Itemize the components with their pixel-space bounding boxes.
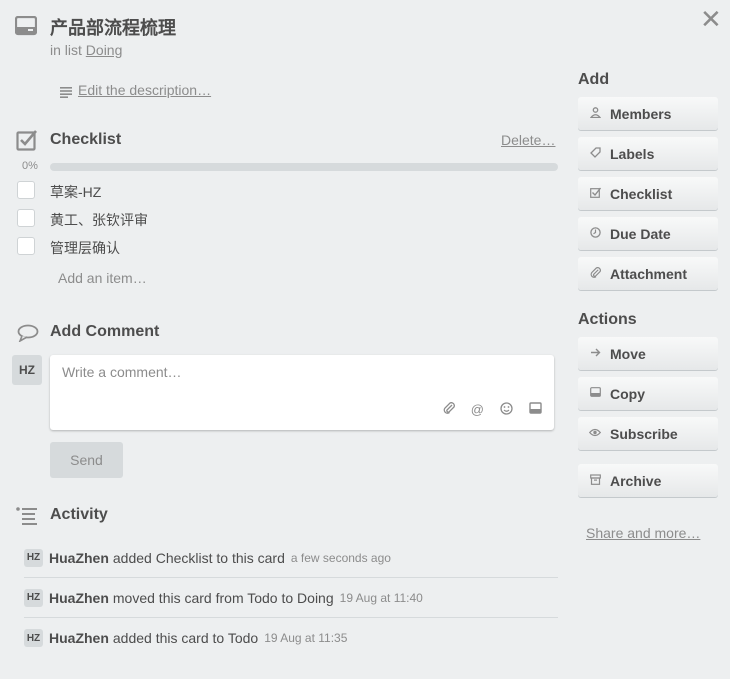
activity-entry: HZ HuaZhen moved this card from Todo to … — [24, 578, 558, 618]
activity-text: added this card to Todo — [112, 630, 259, 646]
activity-entry: HZ HuaZhen added Checklist to this card … — [24, 538, 558, 578]
activity-time[interactable]: 19 Aug at 11:40 — [340, 591, 423, 605]
edit-description-link[interactable]: Edit the description… — [78, 82, 211, 98]
checklist-item-checkbox[interactable] — [17, 237, 35, 255]
archive-label: Archive — [610, 472, 662, 489]
activity-text: moved this card from Todo to Doing — [112, 589, 334, 606]
activity-title: Activity — [50, 506, 108, 523]
archive-button[interactable]: Archive — [578, 464, 718, 497]
person-icon — [588, 106, 602, 121]
paperclip-icon — [588, 266, 602, 281]
send-button[interactable]: Send — [50, 442, 123, 478]
list-info: in list Doing — [50, 42, 122, 58]
move-label: Move — [610, 345, 646, 362]
add-section-title: Add — [578, 71, 610, 88]
card-title[interactable]: 产品部流程梳理 — [50, 14, 176, 40]
checklist-title: Checklist — [50, 131, 122, 148]
card-icon — [14, 15, 38, 41]
move-button[interactable]: Move — [578, 337, 718, 370]
copy-label: Copy — [610, 385, 645, 402]
checklist-item-label[interactable]: 草案-HZ — [50, 182, 101, 202]
list-link[interactable]: Doing — [86, 42, 123, 58]
comment-input[interactable] — [60, 363, 544, 381]
in-list-prefix: in list — [50, 42, 82, 58]
subscribe-label: Subscribe — [610, 425, 678, 442]
labels-label: Labels — [610, 145, 655, 162]
comment-box[interactable]: @ — [50, 355, 554, 430]
subscribe-button[interactable]: Subscribe — [578, 417, 718, 450]
activity-user[interactable]: HuaZhen — [49, 630, 109, 646]
checkbox-icon — [588, 187, 602, 201]
due-date-button[interactable]: Due Date — [578, 217, 718, 250]
checklist-icon — [16, 129, 38, 156]
activity-time[interactable]: 19 Aug at 11:35 — [264, 631, 347, 645]
attachment-icon[interactable] — [443, 402, 455, 418]
eye-icon — [588, 428, 602, 440]
actions-section-title: Actions — [578, 311, 637, 328]
card-attach-icon[interactable] — [529, 402, 542, 418]
activity-icon — [16, 507, 38, 530]
activity-user[interactable]: HuaZhen — [49, 590, 109, 606]
copy-button[interactable]: Copy — [578, 377, 718, 410]
comment-tools: @ — [443, 402, 542, 418]
members-button[interactable]: Members — [578, 97, 718, 130]
activity-time[interactable]: a few seconds ago — [291, 551, 391, 565]
tag-icon — [588, 146, 602, 161]
checklist-item-checkbox[interactable] — [17, 181, 35, 199]
add-checklist-item[interactable]: Add an item… — [58, 270, 147, 286]
attachment-label: Attachment — [610, 265, 688, 282]
activity-user[interactable]: HuaZhen — [49, 550, 109, 566]
checklist-button[interactable]: Checklist — [578, 177, 718, 210]
archive-icon — [588, 473, 602, 488]
avatar[interactable]: HZ — [12, 355, 42, 385]
checklist-label: Checklist — [610, 185, 673, 202]
checklist-item-label[interactable]: 黄工、张钦评审 — [50, 210, 148, 230]
description-icon — [60, 85, 72, 103]
avatar[interactable]: HZ — [24, 629, 43, 647]
avatar[interactable]: HZ — [24, 548, 43, 567]
checklist-item-label[interactable]: 管理层确认 — [50, 238, 120, 258]
clock-icon — [588, 226, 602, 241]
avatar[interactable]: HZ — [24, 588, 43, 607]
checklist-progress-bar — [50, 163, 558, 171]
close-icon[interactable]: ✕ — [700, 6, 722, 32]
arrow-right-icon — [588, 347, 602, 361]
activity-text: added Checklist to this card — [112, 549, 285, 566]
emoji-icon[interactable] — [500, 402, 513, 418]
attachment-button[interactable]: Attachment — [578, 257, 718, 290]
add-comment-title: Add Comment — [50, 323, 160, 340]
activity-entry: HZ HuaZhen added this card to Todo 19 Au… — [24, 618, 558, 658]
delete-checklist-link[interactable]: Delete… — [501, 132, 555, 148]
checklist-progress-percent: 0% — [22, 160, 38, 172]
share-and-more-link[interactable]: Share and more… — [586, 525, 700, 541]
due-date-label: Due Date — [610, 225, 671, 242]
labels-button[interactable]: Labels — [578, 137, 718, 170]
checklist-item-checkbox[interactable] — [17, 209, 35, 227]
card-icon — [588, 387, 602, 400]
comment-icon — [17, 324, 39, 347]
members-label: Members — [610, 105, 672, 122]
mention-icon[interactable]: @ — [471, 402, 484, 418]
